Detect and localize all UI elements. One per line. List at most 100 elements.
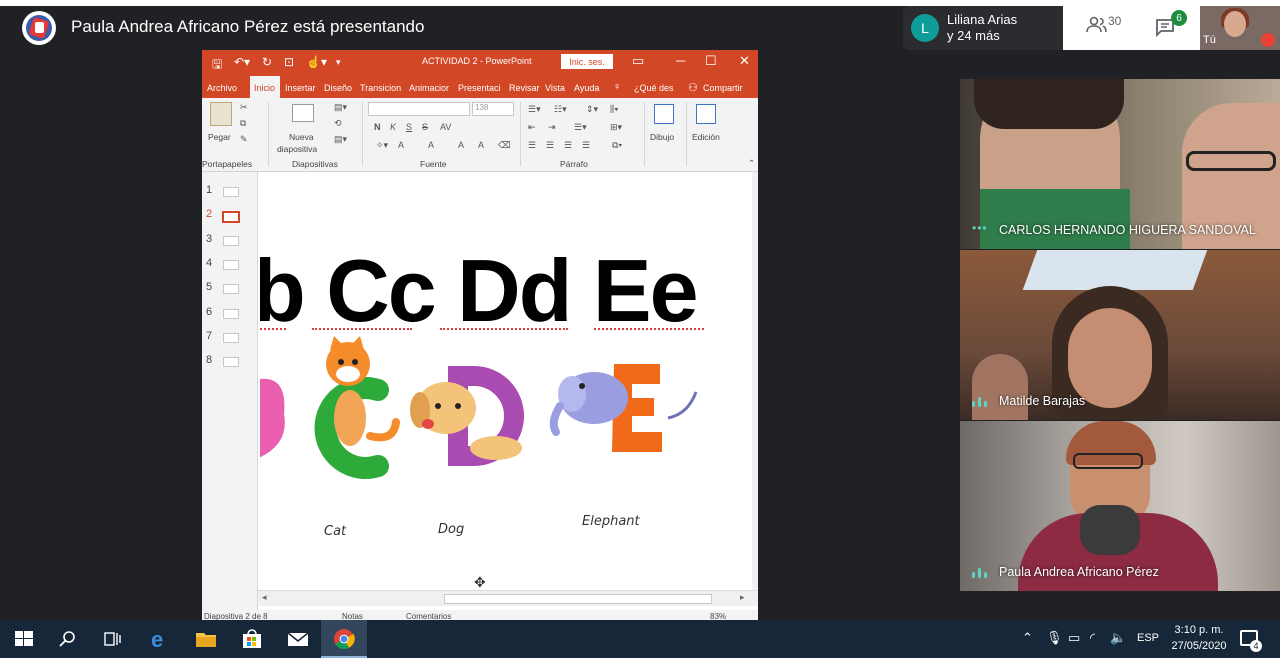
reset-icon[interactable]: ⟲: [334, 118, 342, 129]
signin-button[interactable]: Inic. ses.: [561, 54, 613, 69]
tab-inicio[interactable]: Inicio: [254, 83, 275, 93]
numbering-icon[interactable]: ☷▾: [554, 104, 567, 115]
slide-thumbnail-number[interactable]: 6: [206, 306, 212, 318]
new-slide-label[interactable]: Nueva: [289, 132, 314, 142]
font-family-box[interactable]: [368, 102, 470, 116]
ribbon-options-icon[interactable]: ▭: [632, 53, 644, 69]
slide-thumbnail[interactable]: [223, 284, 239, 295]
clock-time[interactable]: 3:10 p. m.: [1166, 624, 1232, 636]
slide-thumbnail[interactable]: [223, 187, 239, 197]
new-slide-icon[interactable]: [292, 104, 314, 122]
clear-format-icon[interactable]: ⌫: [498, 140, 511, 151]
indent-less-icon[interactable]: ⇤: [528, 122, 536, 133]
indent-more-icon[interactable]: ⇥: [548, 122, 556, 133]
volume-icon[interactable]: 🔈: [1110, 630, 1126, 646]
slide-thumbnail-number[interactable]: 1: [206, 184, 212, 196]
slide-thumbnail[interactable]: [223, 332, 239, 343]
color-button[interactable]: A: [428, 140, 434, 150]
participants-chip[interactable]: L Liliana Arias y 24 más: [903, 6, 1063, 50]
battery-icon[interactable]: ▭: [1068, 630, 1080, 646]
smartart-icon[interactable]: ⧉▾: [612, 140, 622, 151]
strike-button[interactable]: S: [422, 122, 428, 132]
align-center-icon[interactable]: ☰: [546, 140, 554, 151]
paste-icon[interactable]: [210, 102, 232, 126]
slide-thumbnail-number[interactable]: 7: [206, 330, 212, 342]
slide-canvas[interactable]: b Cc Dd Ee Cat Dog Elephant ✥: [260, 172, 754, 588]
redo-icon[interactable]: ↻: [262, 55, 272, 69]
tab-ayuda[interactable]: Ayuda: [574, 83, 599, 93]
slide-thumbnail-number[interactable]: 5: [206, 281, 212, 293]
wifi-icon[interactable]: ◜: [1090, 630, 1095, 646]
file-explorer-icon[interactable]: [194, 628, 218, 650]
tab-archivo[interactable]: Archivo: [207, 83, 237, 93]
clock-date[interactable]: 27/05/2020: [1166, 640, 1232, 652]
edge-icon[interactable]: e: [148, 628, 172, 650]
bold-button[interactable]: N: [374, 122, 381, 132]
edit-label[interactable]: Edición: [692, 132, 720, 142]
collapse-ribbon-icon[interactable]: ⌃: [748, 158, 755, 169]
share-button[interactable]: Compartir: [703, 83, 743, 93]
share-icon[interactable]: ⚇: [688, 81, 698, 94]
tab-diseno[interactable]: Diseño: [324, 83, 352, 93]
chrome-icon[interactable]: [332, 628, 356, 650]
participant-tile[interactable]: ••• CARLOS HERNANDO HIGUERA SANDOVAL: [960, 79, 1280, 249]
align-right-icon[interactable]: ☰: [564, 140, 572, 151]
layout-icon[interactable]: ▤▾: [334, 102, 347, 113]
cut-icon[interactable]: ✂: [240, 102, 248, 113]
minimize-icon[interactable]: ─: [676, 53, 685, 68]
align-text-icon[interactable]: ⊞▾: [610, 122, 622, 133]
copy-icon[interactable]: ⧉: [240, 118, 246, 129]
vertical-scrollbar[interactable]: [752, 172, 758, 592]
draw-label[interactable]: Dibujo: [650, 132, 674, 142]
tell-me-box[interactable]: ¿Qué des: [634, 83, 674, 93]
section-icon[interactable]: ▤▾: [334, 134, 347, 145]
tab-presentacion[interactable]: Presentaci: [458, 83, 501, 93]
columns-icon[interactable]: ☰▾: [574, 122, 587, 133]
slide-thumbnail[interactable]: [223, 235, 239, 246]
slide-thumbnail-number[interactable]: 2: [206, 208, 212, 220]
slide-thumbnail-number[interactable]: 8: [206, 354, 212, 366]
spacing-button[interactable]: AV: [440, 122, 451, 132]
people-button[interactable]: 30: [1086, 14, 1130, 42]
participant-tile[interactable]: Paula Andrea Africano Pérez: [960, 421, 1280, 591]
slide-thumbnail-number[interactable]: 4: [206, 257, 212, 269]
line-spacing-icon[interactable]: ⇕▾: [586, 104, 598, 115]
save-icon[interactable]: 🖫: [212, 55, 222, 76]
participant-tile[interactable]: Matilde Barajas: [960, 250, 1280, 420]
slide-thumbnail[interactable]: [223, 357, 239, 368]
tab-revisar[interactable]: Revisar: [509, 83, 540, 93]
align-left-icon[interactable]: ☰: [528, 140, 536, 151]
mail-icon[interactable]: [286, 628, 310, 650]
italic-button[interactable]: K: [390, 122, 396, 132]
effects-icon[interactable]: ✧▾: [376, 140, 388, 151]
tab-insertar[interactable]: Insertar: [285, 83, 316, 93]
tab-transiciones[interactable]: Transicion: [360, 83, 401, 93]
lightbulb-icon[interactable]: ♀: [613, 81, 621, 93]
slide-thumbnail[interactable]: [223, 259, 239, 270]
search-icon[interactable]: [56, 628, 80, 650]
tray-expand-icon[interactable]: ⌃: [1022, 630, 1033, 646]
task-view-icon[interactable]: [100, 628, 124, 650]
undo-icon[interactable]: ↶▾: [234, 55, 250, 69]
slide-thumbnail[interactable]: [223, 308, 239, 319]
present-icon[interactable]: ⊡: [284, 55, 294, 69]
case-button[interactable]: A: [398, 140, 404, 150]
underline-button[interactable]: S: [406, 122, 412, 132]
microphone-icon[interactable]: 🎙: [1046, 630, 1063, 646]
windows-start-icon[interactable]: [12, 628, 36, 650]
close-icon[interactable]: ✕: [739, 53, 750, 69]
format-painter-icon[interactable]: ✎: [240, 134, 248, 145]
slide-thumbnail[interactable]: [222, 211, 240, 224]
horizontal-scrollbar[interactable]: ◂ ▸: [258, 590, 758, 606]
new-slide-label-2[interactable]: diapositiva: [277, 144, 317, 154]
bullets-icon[interactable]: ☰▾: [528, 104, 541, 115]
search-icon[interactable]: [696, 104, 716, 124]
paste-label[interactable]: Pegar: [208, 132, 231, 142]
scroll-right-icon[interactable]: ▸: [740, 592, 745, 603]
text-direction-icon[interactable]: ⫼▾: [610, 104, 619, 115]
tab-vista[interactable]: Vista: [545, 83, 565, 93]
draw-icon[interactable]: [654, 104, 674, 124]
tab-animaciones[interactable]: Animacior: [409, 83, 449, 93]
customize-icon[interactable]: ▾: [336, 57, 341, 68]
scroll-left-icon[interactable]: ◂: [262, 592, 267, 603]
